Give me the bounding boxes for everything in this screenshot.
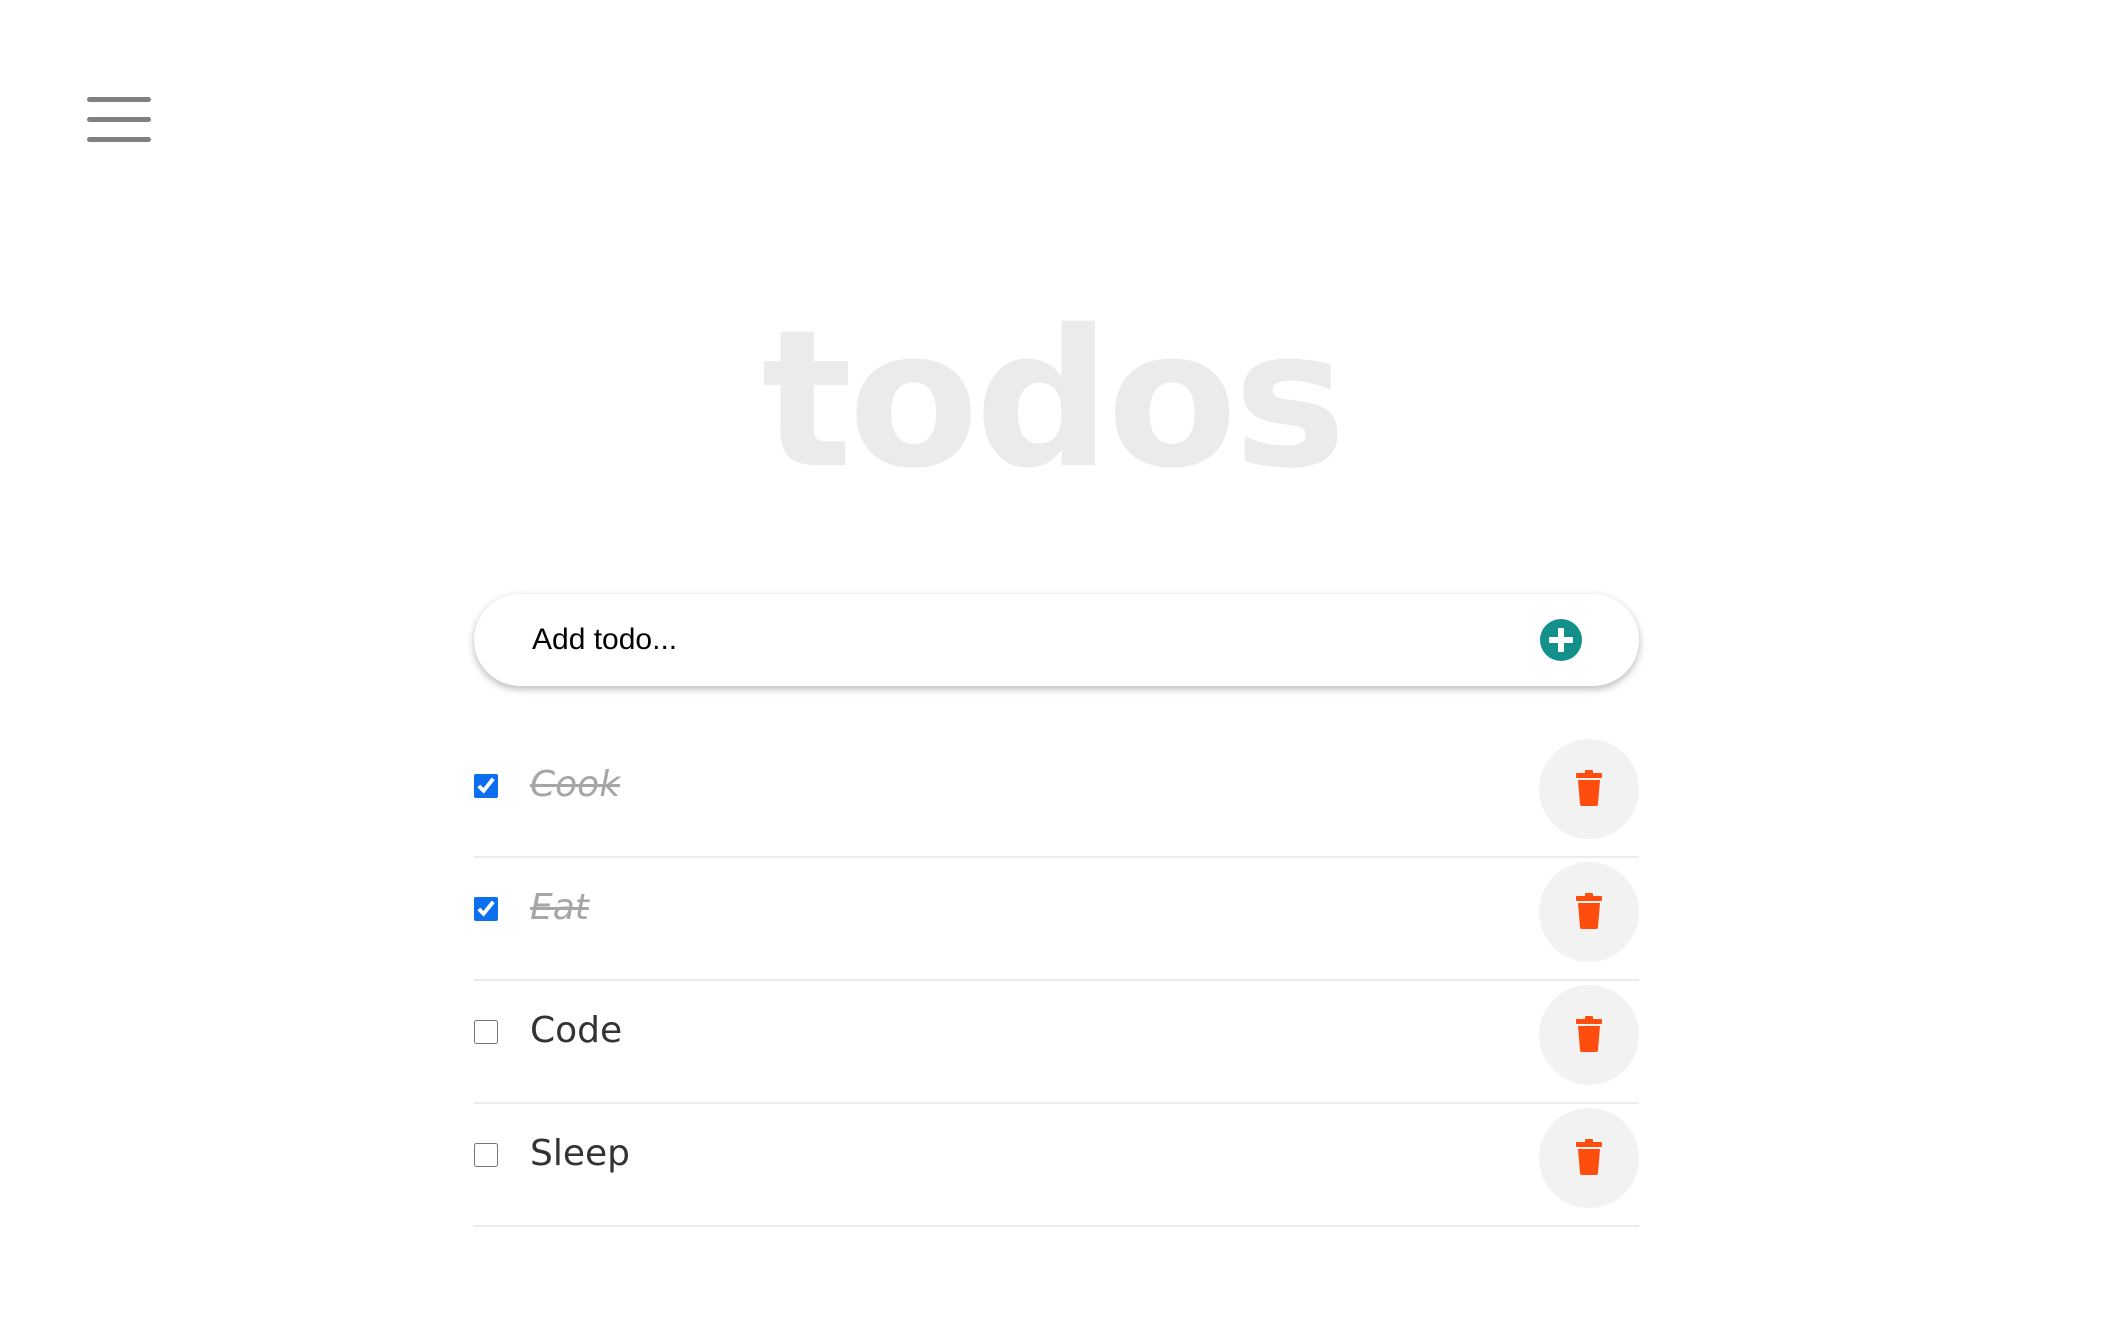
- todo-checkbox[interactable]: [474, 1020, 498, 1044]
- todo-item: Code: [474, 981, 1639, 1104]
- add-todo-button[interactable]: [1540, 619, 1582, 661]
- todo-checkbox[interactable]: [474, 1143, 498, 1167]
- delete-todo-button[interactable]: [1539, 1108, 1639, 1208]
- todo-label: Cook: [530, 764, 621, 805]
- trash-icon: [1576, 770, 1602, 806]
- todo-item: Sleep: [474, 1104, 1639, 1227]
- add-todo-input[interactable]: [532, 616, 1432, 664]
- delete-todo-button[interactable]: [1539, 985, 1639, 1085]
- hamburger-menu-icon-bar: [87, 117, 151, 122]
- delete-todo-button[interactable]: [1539, 862, 1639, 962]
- hamburger-menu-icon-bar: [87, 137, 151, 142]
- menu-button[interactable]: [84, 94, 154, 146]
- todo-checkbox[interactable]: [474, 897, 498, 921]
- todo-label: Sleep: [530, 1133, 631, 1174]
- trash-icon: [1576, 1016, 1602, 1052]
- plus-circle-icon: [1549, 628, 1573, 652]
- page-title: todos: [761, 289, 1347, 510]
- todo-list: Cook Eat Code Sleep: [474, 735, 1639, 1227]
- todo-item: Cook: [474, 735, 1639, 858]
- hamburger-menu-icon: [87, 97, 151, 102]
- todo-checkbox[interactable]: [474, 774, 498, 798]
- delete-todo-button[interactable]: [1539, 739, 1639, 839]
- trash-icon: [1576, 893, 1602, 929]
- add-todo-form: [474, 594, 1639, 686]
- todo-label: Eat: [530, 887, 589, 928]
- trash-icon: [1576, 1139, 1602, 1175]
- todo-item: Eat: [474, 858, 1639, 981]
- todo-label: Code: [530, 1010, 623, 1051]
